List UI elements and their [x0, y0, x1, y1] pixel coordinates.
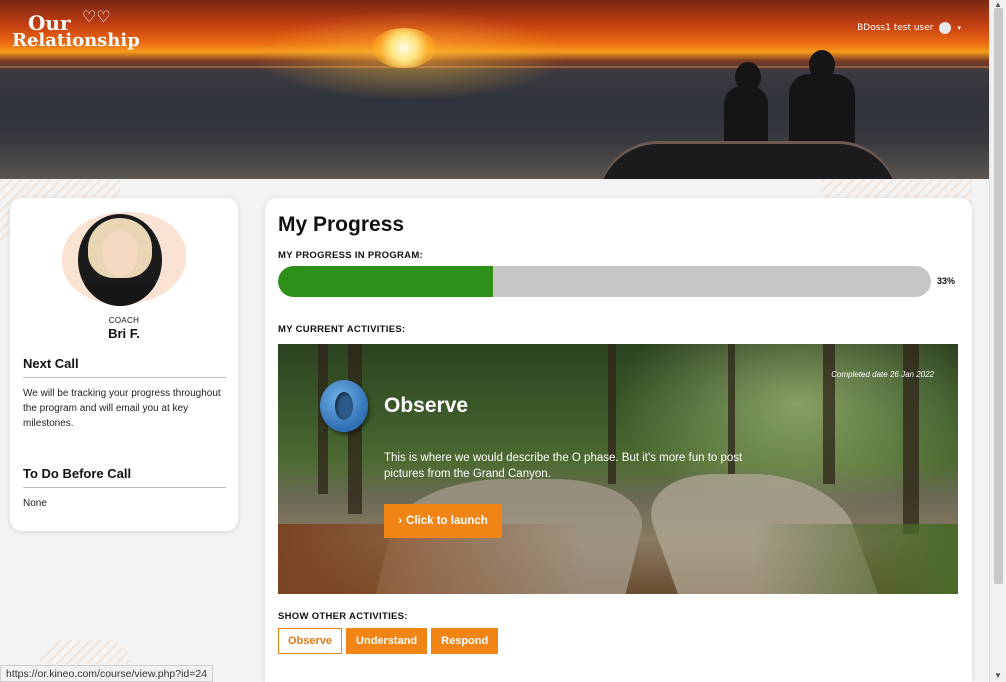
avatar: [939, 22, 952, 34]
chevron-down-icon: ▾: [957, 24, 961, 32]
header-banner: Our ♡♡ Relationship BDoss1 test user ▾: [0, 0, 989, 179]
todo-heading: To Do Before Call: [23, 466, 226, 488]
launch-label: Click to launch: [406, 515, 488, 527]
horizon: [0, 66, 989, 68]
logo-line-2: Relationship: [12, 30, 140, 51]
launch-button[interactable]: › Click to launch: [384, 504, 502, 538]
car-silhouette: [598, 141, 898, 179]
coach-photo: [78, 214, 162, 306]
activities-label: MY CURRENT ACTIVITIES:: [278, 324, 406, 335]
activity-card: Completed date 26 Jan 2022 Observe This …: [278, 344, 958, 594]
progress-label: MY PROGRESS IN PROGRAM:: [278, 250, 424, 261]
observe-o-icon: [320, 380, 368, 432]
decorative-stripes: [40, 640, 130, 664]
progress-percent: 33%: [937, 276, 956, 286]
coach-role: COACH: [108, 316, 140, 325]
scrollbar-thumb[interactable]: [994, 8, 1003, 584]
chevron-right-icon: ›: [398, 515, 403, 527]
scroll-down-icon[interactable]: ▼: [994, 671, 1002, 680]
user-menu[interactable]: BDoss1 test user ▾: [857, 22, 961, 34]
activity-button-respond[interactable]: Respond: [431, 628, 499, 654]
site-logo[interactable]: Our ♡♡ Relationship: [12, 8, 140, 51]
hearts-icon: ♡♡: [82, 7, 111, 26]
person-silhouette: [789, 74, 855, 150]
activity-title: Observe: [384, 394, 469, 417]
progress-card: My Progress MY PROGRESS IN PROGRAM: 33% …: [265, 198, 972, 682]
next-call-text: We will be tracking your progress throug…: [23, 388, 221, 429]
activity-button-observe[interactable]: Observe: [278, 628, 343, 654]
todo-text: None: [23, 498, 47, 509]
other-activities-label: SHOW OTHER ACTIVITIES:: [278, 611, 408, 622]
activity-description: This is where we would describe the O ph…: [384, 452, 743, 480]
progress-fill: [278, 266, 494, 297]
completed-date: Completed date 26 Jan 2022: [831, 370, 934, 379]
next-call-heading: Next Call: [23, 356, 226, 378]
other-activities: Observe Understand Respond: [278, 628, 499, 654]
progress-bar: [278, 266, 931, 297]
page-scrollbar[interactable]: ▲ ▼: [989, 0, 1006, 682]
activity-button-understand[interactable]: Understand: [346, 628, 428, 654]
coach-card: COACH Bri F. Next Call We will be tracki…: [10, 198, 238, 531]
sun: [372, 28, 436, 68]
person-silhouette: [724, 86, 768, 148]
page-title: My Progress: [278, 213, 405, 236]
coach-name: Bri F.: [108, 326, 140, 341]
status-url: https://or.kineo.com/course/view.php?id=…: [0, 665, 214, 682]
user-name: BDoss1 test user: [857, 23, 934, 33]
